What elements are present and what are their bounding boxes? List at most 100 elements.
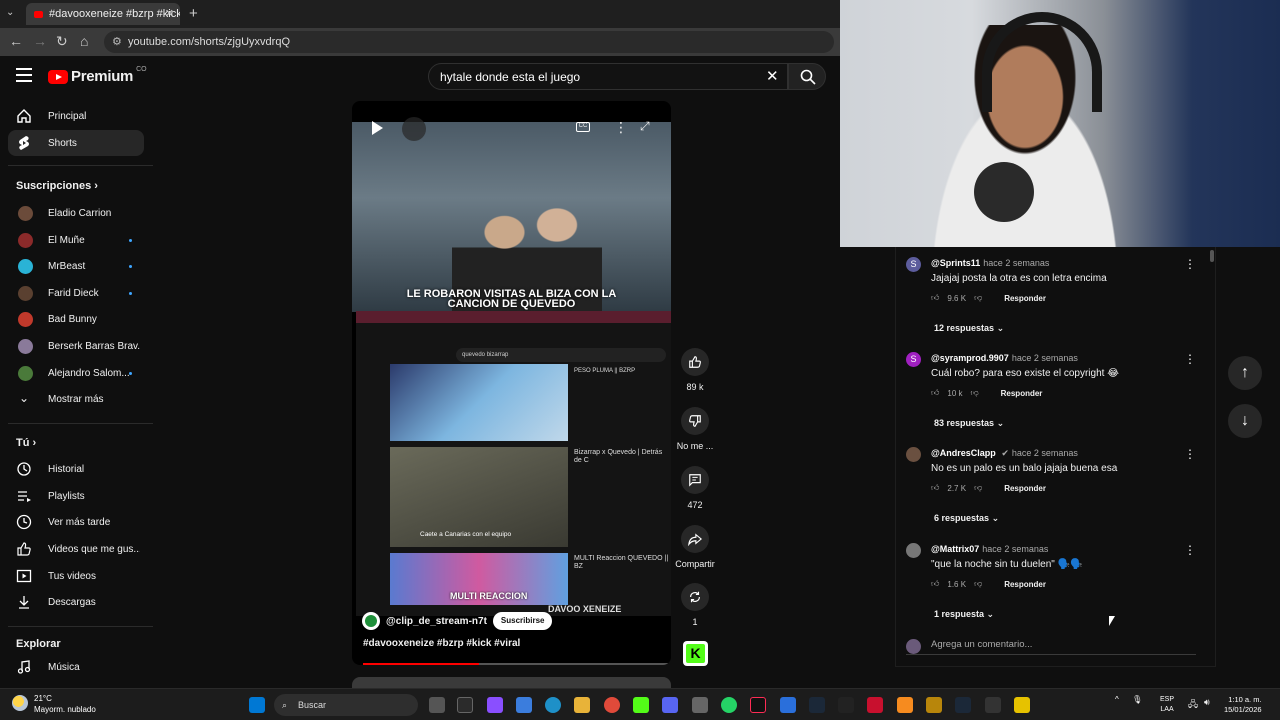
app-icon[interactable]	[926, 697, 942, 713]
copilot-icon[interactable]	[487, 697, 503, 713]
steam-icon[interactable]	[809, 697, 825, 713]
sidebar-item-playlists[interactable]: Playlists	[8, 483, 144, 509]
dislike-button[interactable]: No me ...	[674, 407, 716, 451]
comment-author[interactable]: @AndresClapp	[931, 448, 996, 458]
forward-icon[interactable]: →	[33, 33, 47, 49]
app-icon[interactable]	[1014, 697, 1030, 713]
reply-button[interactable]: Responder	[1001, 389, 1043, 398]
search-input[interactable]: hytale donde esta el juego	[428, 63, 788, 90]
captions-icon[interactable]: CC	[576, 122, 590, 132]
like-button[interactable]: 89 k	[674, 348, 716, 392]
thumbs-down-icon[interactable]: 👎︎	[974, 483, 982, 493]
comment-time[interactable]: hace 2 semanas	[983, 258, 1049, 268]
remix-button[interactable]: 1	[674, 583, 716, 627]
site-info-icon[interactable]: ⚙	[112, 31, 122, 53]
thumbs-down-icon[interactable]: 👎︎	[974, 579, 982, 589]
language-indicator[interactable]: ESP LAA	[1160, 695, 1174, 715]
discord-icon[interactable]	[662, 697, 678, 713]
sidebar-item-liked-videos[interactable]: Videos que me gus...	[8, 536, 144, 562]
comment-menu-icon[interactable]: ⋮	[1184, 257, 1196, 271]
comment-avatar[interactable]	[906, 543, 921, 558]
app-icon[interactable]	[897, 697, 913, 713]
sidebar-item-principal[interactable]: Principal	[8, 103, 144, 129]
clear-search-icon[interactable]: ✕	[766, 67, 779, 85]
thumbs-down-icon[interactable]: 👎︎	[971, 388, 979, 398]
tab-close-icon[interactable]: ✕	[165, 7, 174, 20]
app-icon[interactable]	[867, 697, 883, 713]
sidebar-item-subscription[interactable]: Berserk Barras Brav...	[8, 333, 144, 359]
video-title[interactable]: #davooxeneize #bzrp #kick #viral	[363, 638, 520, 649]
chrome-icon[interactable]	[604, 697, 620, 713]
taskbar-search[interactable]: ⌕ Buscar	[274, 694, 418, 716]
view-replies-button[interactable]: 1 respuesta ⌄	[934, 609, 994, 620]
reply-button[interactable]: Responder	[1004, 580, 1046, 589]
reply-button[interactable]: Responder	[1004, 484, 1046, 493]
volume-icon[interactable]: 🔊︎	[1204, 697, 1210, 708]
kick-icon[interactable]	[633, 697, 649, 713]
thumbs-up-icon[interactable]: 👍︎	[931, 483, 939, 493]
comment-menu-icon[interactable]: ⋮	[1184, 447, 1196, 461]
task-view-icon[interactable]	[429, 697, 445, 713]
reload-icon[interactable]: ↻	[56, 33, 68, 50]
thumbs-up-icon[interactable]: 👍︎	[931, 388, 939, 398]
network-icon[interactable]: 🖧︎	[1188, 697, 1198, 713]
comments-scrollbar[interactable]	[1210, 250, 1214, 262]
reply-button[interactable]: Responder	[1004, 294, 1046, 303]
comment-author[interactable]: @Mattrix07	[931, 544, 979, 554]
thumbs-down-icon[interactable]: 👎︎	[974, 293, 982, 303]
menu-icon[interactable]	[16, 68, 32, 82]
share-button[interactable]: Compartir	[674, 525, 716, 569]
app-icon[interactable]	[780, 697, 796, 713]
channel-kick-logo[interactable]: K	[683, 641, 708, 666]
search-button[interactable]	[788, 63, 826, 90]
sidebar-item-history[interactable]: Historial	[8, 456, 144, 482]
system-tray[interactable]: ^ 🎙︎	[1115, 695, 1142, 704]
comment-avatar[interactable]: S	[906, 257, 921, 272]
view-replies-button[interactable]: 6 respuestas ⌄	[934, 513, 999, 524]
view-replies-button[interactable]: 12 respuestas ⌄	[934, 323, 1004, 334]
system-clock[interactable]: 1:10 a. m. 15/01/2026	[1224, 695, 1262, 715]
sidebar-item-subscription[interactable]: MrBeast	[8, 253, 144, 279]
volume-icon[interactable]	[402, 117, 426, 141]
epic-games-icon[interactable]	[838, 697, 854, 713]
subscriptions-heading[interactable]: Suscripciones ›	[16, 180, 98, 192]
sidebar-item-subscription[interactable]: Eladio Carrion	[8, 200, 144, 226]
next-short-button[interactable]: ↓	[1228, 404, 1262, 438]
windows-start-icon[interactable]	[249, 697, 265, 713]
sidebar-item-subscription[interactable]: Alejandro Salom...	[8, 360, 144, 386]
comment-menu-icon[interactable]: ⋮	[1184, 352, 1196, 366]
previous-short-button[interactable]: ↑	[1228, 356, 1262, 390]
sidebar-item-your-videos[interactable]: Tus videos	[8, 563, 144, 589]
app-icon[interactable]	[692, 697, 708, 713]
comment-menu-icon[interactable]: ⋮	[1184, 543, 1196, 557]
shorts-video-player[interactable]: LE ROBARON VISITAS AL BIZA CON LA CANCIO…	[352, 101, 671, 665]
steam-icon[interactable]	[955, 697, 971, 713]
sidebar-item-watch-later[interactable]: Ver más tarde	[8, 509, 144, 535]
tiktok-icon[interactable]	[750, 697, 766, 713]
comment-author[interactable]: @Sprints11	[931, 258, 980, 268]
thumbs-up-icon[interactable]: 👍︎	[931, 579, 939, 589]
tab-search-chevron-icon[interactable]: ⌄	[6, 7, 14, 18]
sidebar-item-subscription[interactable]: Bad Bunny	[8, 306, 144, 332]
subscribe-button[interactable]: Suscribirse	[492, 612, 553, 630]
add-comment-input[interactable]: Agrega un comentario...	[906, 639, 1196, 655]
comment-time[interactable]: hace 2 semanas	[982, 544, 1048, 554]
show-more-button[interactable]: ⌄ Mostrar más	[8, 386, 144, 412]
channel-avatar[interactable]	[362, 612, 380, 630]
comment-time[interactable]: hace 2 semanas	[1012, 353, 1078, 363]
file-explorer-icon[interactable]	[574, 697, 590, 713]
address-bar[interactable]: ⚙ youtube.com/shorts/zjgUyxvdrqQ	[104, 31, 834, 53]
comment-avatar[interactable]	[906, 447, 921, 462]
home-browser-icon[interactable]: ⌂	[80, 33, 88, 49]
comment-avatar[interactable]: S	[906, 352, 921, 367]
sidebar-item-shorts[interactable]: Shorts	[8, 130, 144, 156]
epic-games-icon[interactable]	[985, 697, 1001, 713]
play-icon[interactable]	[372, 121, 383, 135]
you-heading[interactable]: Tú ›	[16, 437, 36, 449]
channel-name[interactable]: @clip_de_stream-n7t	[386, 616, 487, 627]
weather-widget[interactable]: 21°C Mayorm. nublado	[12, 693, 96, 715]
back-icon[interactable]: ←	[9, 33, 23, 49]
edge-icon[interactable]	[545, 697, 561, 713]
comment-time[interactable]: hace 2 semanas	[1012, 448, 1078, 458]
comments-button[interactable]: 472	[674, 466, 716, 510]
